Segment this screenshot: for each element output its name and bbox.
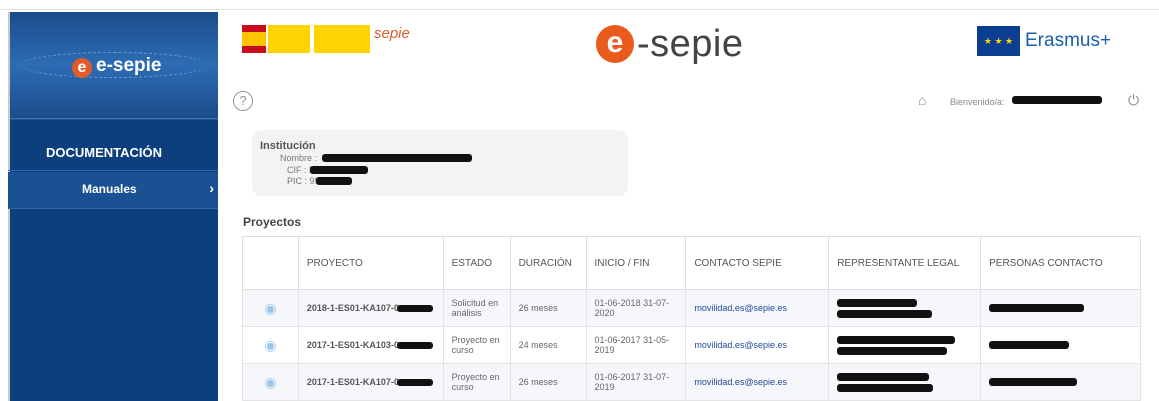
brand-mark-icon: e [596, 25, 634, 63]
project-code: 2017-1-ES01-KA107-0 [306, 377, 399, 387]
sidebar-section-title: DOCUMENTACIÓN [46, 145, 163, 160]
project-fechas: 01-06-2018 31-07-2020 [585, 289, 687, 327]
divider [8, 208, 218, 209]
redacted-institution-name [322, 154, 472, 162]
sidebar-item-label: Manuales [82, 182, 137, 196]
projects-table: PROYECTO ESTADO DURACIÓN INICIO / FIN CO… [242, 236, 1141, 401]
table-row[interactable]: ◉ 2017-1-ES01-KA103-0 Proyecto en curso … [242, 326, 1141, 364]
project-estado: Proyecto en curso [442, 326, 511, 364]
sidebar-item-manuales[interactable]: Manuales › [8, 172, 218, 208]
table-row[interactable]: ◉ 2018-1-ES01-KA107-0 Solicitud en análi… [242, 289, 1141, 327]
power-icon[interactable]: ⏻ [1128, 92, 1139, 109]
institution-pic-label: PIC : 99 [287, 176, 320, 186]
help-icon[interactable]: ? [233, 91, 253, 111]
project-representante [828, 289, 982, 327]
esepie-brand-logo: e -sepie [596, 20, 744, 68]
project-contacto[interactable]: movilidad.es@sepie.es [685, 326, 830, 364]
column-header-view [242, 236, 299, 290]
project-code-cell: 2017-1-ES01-KA103-0 [297, 326, 444, 364]
divider [8, 170, 218, 171]
project-personas [980, 289, 1141, 327]
project-code: 2018-1-ES01-KA107-0 [306, 303, 399, 313]
project-fechas: 01-06-2017 31-07-2019 [585, 363, 687, 401]
project-code-cell: 2018-1-ES01-KA107-0 [297, 289, 444, 327]
eye-icon[interactable]: ◉ [242, 289, 299, 327]
table-header-row: PROYECTO ESTADO DURACIÓN INICIO / FIN CO… [242, 236, 1141, 290]
sepie-small-logo: sepie [374, 25, 410, 42]
home-icon[interactable]: ⌂ [918, 92, 926, 108]
project-code-cell: 2017-1-ES01-KA107-0 [297, 363, 444, 401]
redacted-code-suffix [396, 342, 433, 350]
redacted-code-suffix [396, 305, 433, 313]
project-estado: Proyecto en curso [442, 363, 511, 401]
project-personas [980, 363, 1141, 401]
top-strip [0, 0, 1159, 10]
eye-icon[interactable]: ◉ [242, 326, 299, 364]
sidebar-menu [10, 120, 218, 401]
ministry-block [314, 25, 370, 53]
project-representante [828, 363, 982, 401]
project-duracion: 26 meses [509, 363, 587, 401]
welcome-label: Bienvenido/a: [950, 97, 1005, 107]
logo-text: e-sepie [96, 55, 162, 76]
column-header-representante-legal[interactable]: REPRESENTANTE LEGAL [828, 236, 982, 290]
column-header-proyecto[interactable]: PROYECTO [297, 236, 444, 290]
erasmus-logo: Erasmus+ [1025, 30, 1112, 51]
institution-title: Institución [260, 140, 316, 152]
redacted-user-name [1012, 96, 1102, 104]
project-duracion: 26 meses [509, 289, 587, 327]
redacted-pic [316, 177, 352, 185]
project-contacto[interactable]: movilidad.es@sepie.es [685, 289, 830, 327]
institution-nombre-label: Nombre : [280, 153, 318, 163]
brand-text: -sepie [637, 22, 744, 65]
project-personas [980, 326, 1141, 364]
ministry-block [268, 25, 310, 53]
projects-title: Proyectos [243, 215, 302, 229]
eye-icon[interactable]: ◉ [242, 363, 299, 401]
project-representante [828, 326, 982, 364]
column-header-personas-contacto[interactable]: PERSONAS CONTACTO [980, 236, 1141, 290]
ministry-logo: sepie [242, 22, 428, 56]
redacted-cif [310, 166, 368, 174]
column-header-contacto-sepie[interactable]: CONTACTO SEPIE [685, 236, 830, 290]
project-fechas: 01-06-2017 31-05-2019 [585, 326, 687, 364]
sidebar-logo[interactable]: e e-sepie [10, 12, 218, 119]
project-estado: Solicitud en análisis [442, 289, 511, 327]
redacted-code-suffix [396, 379, 433, 387]
column-header-inicio-fin[interactable]: INICIO / FIN [585, 236, 687, 290]
eu-flag-icon: ★ ★ ★ [977, 26, 1020, 56]
project-code: 2017-1-ES01-KA103-0 [306, 340, 399, 350]
column-header-estado[interactable]: ESTADO [442, 236, 511, 290]
spain-flag-icon [242, 25, 266, 53]
institution-card: Institución Nombre : CIF : ES PIC : 99 [252, 130, 628, 196]
chevron-right-icon: › [209, 180, 214, 196]
logo-mark-icon: e [72, 58, 92, 78]
project-contacto[interactable]: movilidad.es@sepie.es [685, 363, 830, 401]
table-row[interactable]: ◉ 2017-1-ES01-KA107-0 Proyecto en curso … [242, 363, 1141, 401]
column-header-duracion[interactable]: DURACIÓN [509, 236, 587, 290]
project-duracion: 24 meses [509, 326, 587, 364]
